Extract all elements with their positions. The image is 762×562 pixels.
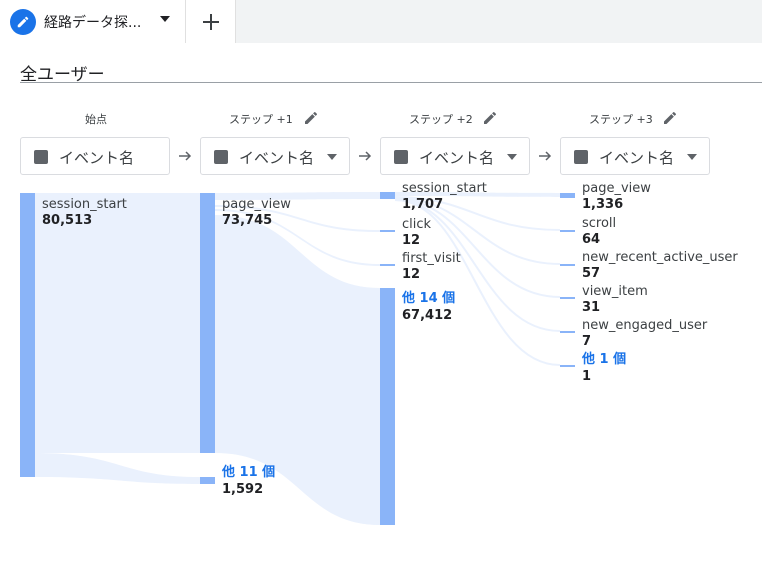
node-other-link[interactable]: 他 11 個 bbox=[222, 465, 275, 481]
node-name: page_view bbox=[582, 181, 651, 196]
node-value: 1,336 bbox=[582, 197, 624, 212]
node-other-link[interactable]: 他 1 個 bbox=[582, 352, 626, 368]
node-bar-step3-scroll[interactable] bbox=[560, 230, 575, 232]
node-name: new_engaged_user bbox=[582, 318, 708, 333]
node-bar-step1-other[interactable] bbox=[200, 477, 215, 484]
node-bar-step2-first-visit[interactable] bbox=[380, 264, 395, 266]
node-value: 73,745 bbox=[222, 213, 273, 228]
node-value: 1,707 bbox=[402, 197, 444, 212]
node-bar-step1-page-view[interactable] bbox=[200, 193, 215, 453]
node-value: 31 bbox=[582, 300, 601, 315]
node-bar-start-session-start[interactable] bbox=[20, 193, 35, 477]
node-name: new_recent_active_user bbox=[582, 250, 738, 265]
node-bar-step3-view-item[interactable] bbox=[560, 297, 575, 299]
node-value: 80,513 bbox=[42, 213, 93, 228]
node-other-link[interactable]: 他 14 個 bbox=[402, 291, 455, 307]
node-name: session_start bbox=[402, 181, 487, 196]
node-value: 1,592 bbox=[222, 482, 264, 497]
node-bar-step3-new-engaged-user[interactable] bbox=[560, 331, 575, 333]
node-value: 64 bbox=[582, 232, 601, 247]
node-bar-step2-other[interactable] bbox=[380, 288, 395, 525]
node-value: 12 bbox=[402, 267, 421, 282]
flow-start-to-other11 bbox=[35, 453, 200, 484]
node-bar-step2-click[interactable] bbox=[380, 230, 395, 232]
node-name: session_start bbox=[42, 197, 127, 212]
node-value: 67,412 bbox=[402, 308, 453, 323]
node-bar-step3-other[interactable] bbox=[560, 365, 575, 367]
node-value: 57 bbox=[582, 266, 601, 281]
node-name: scroll bbox=[582, 216, 617, 231]
node-bar-step2-session-start[interactable] bbox=[380, 192, 395, 199]
flow-start-to-page-view bbox=[35, 193, 200, 453]
node-name: first_visit bbox=[402, 251, 461, 266]
node-name: view_item bbox=[582, 284, 648, 299]
node-value: 12 bbox=[402, 233, 421, 248]
node-value: 7 bbox=[582, 334, 592, 349]
node-bar-step3-page-view[interactable] bbox=[560, 193, 575, 198]
node-name: page_view bbox=[222, 197, 291, 212]
node-bar-step3-new-recent-active-user[interactable] bbox=[560, 264, 575, 266]
node-name: click bbox=[402, 217, 432, 232]
node-value: 1 bbox=[582, 369, 592, 384]
